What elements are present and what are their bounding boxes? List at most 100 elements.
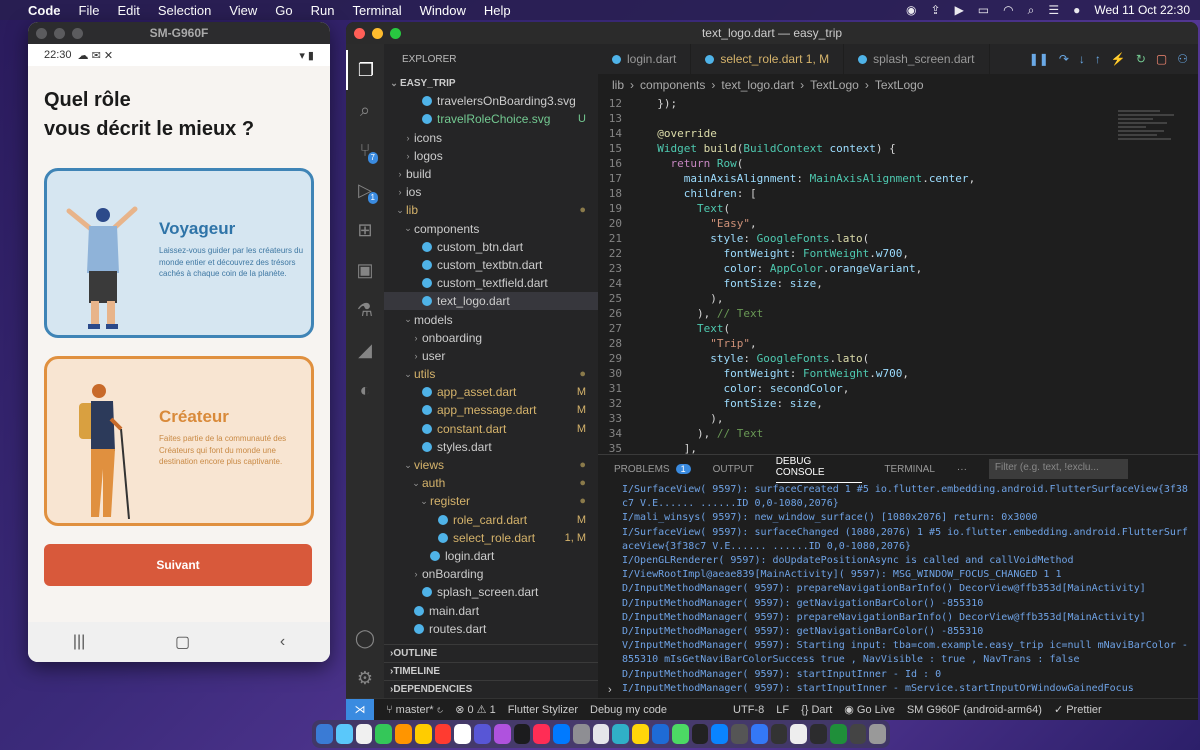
breadcrumb-file[interactable]: text_logo.dart <box>721 78 794 92</box>
code-line[interactable]: 19 Text( <box>598 201 1188 216</box>
dock-app-icon[interactable] <box>553 724 570 744</box>
code-line[interactable]: 20 "Easy", <box>598 216 1188 231</box>
tree-file[interactable]: splash_screen.dart <box>384 583 598 601</box>
dock-app-icon[interactable] <box>395 724 412 744</box>
tree-folder[interactable]: › icons <box>384 129 598 147</box>
run-debug-icon[interactable]: ▷ 1 <box>346 170 384 210</box>
menu-go[interactable]: Go <box>275 3 292 18</box>
tree-file[interactable]: custom_textfield.dart <box>384 274 598 292</box>
extensions-icon[interactable]: ⊞ <box>346 210 384 250</box>
code-line[interactable]: 16 return Row( <box>598 156 1188 171</box>
code-line[interactable]: 13 <box>598 111 1188 126</box>
tree-folder[interactable]: › ios <box>384 183 598 201</box>
source-control-icon[interactable]: ⑂ 7 <box>346 130 384 170</box>
code-line[interactable]: 18 children: [ <box>598 186 1188 201</box>
breadcrumb-components[interactable]: components <box>640 78 705 92</box>
dock-app-icon[interactable] <box>572 724 590 744</box>
tree-folder[interactable]: › onBoarding <box>384 565 598 583</box>
code-line[interactable]: 14 @override <box>598 126 1188 141</box>
dock-app-icon[interactable] <box>612 724 630 744</box>
dock-app-icon[interactable] <box>375 724 393 744</box>
tab-select-role[interactable]: select_role.dart 1, M <box>691 44 845 74</box>
recents-icon[interactable]: ||| <box>73 633 85 651</box>
dock-app-icon[interactable] <box>790 724 808 744</box>
control-center-icon[interactable]: ☰ <box>1048 3 1059 17</box>
dock-app-icon[interactable] <box>414 724 432 744</box>
menu-terminal[interactable]: Terminal <box>353 3 402 18</box>
section-dependencies[interactable]: › DEPENDENCIES <box>384 680 598 698</box>
git-branch[interactable]: ⑂ master* ↻ <box>386 704 443 716</box>
tree-file[interactable]: styles.dart <box>384 438 598 456</box>
breadcrumb-lib[interactable]: lib <box>612 78 624 92</box>
menu-edit[interactable]: Edit <box>117 3 139 18</box>
go-live[interactable]: ◉ Go Live <box>844 703 895 716</box>
tree-file[interactable]: select_role.dart 1, M <box>384 529 598 547</box>
line-ending[interactable]: LF <box>776 704 789 716</box>
dock-app-icon[interactable] <box>474 724 491 744</box>
code-line[interactable]: 22 fontWeight: FontWeight.w700, <box>598 246 1188 261</box>
tree-file[interactable]: travelersOnBoarding3.svg <box>384 92 598 110</box>
settings-gear-icon[interactable]: ⚙ <box>346 658 384 698</box>
code-line[interactable]: 17 mainAxisAlignment: MainAxisAlignment.… <box>598 171 1188 186</box>
dock-app-icon[interactable] <box>829 724 847 744</box>
tree-folder[interactable]: ⌄ models <box>384 310 598 328</box>
tree-file[interactable]: role_card.dart M <box>384 511 598 529</box>
filter-input[interactable]: Filter (e.g. text, !exclu... <box>988 459 1128 479</box>
dock-app-icon[interactable] <box>592 724 610 744</box>
tree-folder[interactable]: ⌄ auth ● <box>384 474 598 492</box>
home-icon[interactable]: ▢ <box>175 632 190 652</box>
tree-file[interactable]: login.dart <box>384 547 598 565</box>
panel-tab-output[interactable]: OUTPUT <box>713 464 754 475</box>
menu-clock[interactable]: Wed 11 Oct 22:30 <box>1094 3 1190 17</box>
code-line[interactable]: 29 style: GoogleFonts.lato( <box>598 351 1188 366</box>
step-out-icon[interactable]: ↑ <box>1095 52 1101 66</box>
testing-icon[interactable]: ⚗ <box>346 290 384 330</box>
menu-app-name[interactable]: Code <box>28 3 61 18</box>
dock-app-icon[interactable] <box>355 724 373 744</box>
tab-splash-screen[interactable]: splash_screen.dart <box>844 44 990 74</box>
play-icon[interactable]: ▶ <box>955 3 964 17</box>
step-into-icon[interactable]: ↓ <box>1079 52 1085 66</box>
section-outline[interactable]: › OUTLINE <box>384 644 598 662</box>
section-timeline[interactable]: › TIMELINE <box>384 662 598 680</box>
code-line[interactable]: 12 }); <box>598 96 1188 111</box>
role-card-createur[interactable]: Créateur Faites partie de la communauté … <box>44 356 314 526</box>
tab-login[interactable]: login.dart <box>598 44 692 74</box>
dock-app-icon[interactable] <box>493 724 511 744</box>
dock-app-icon[interactable] <box>652 724 669 744</box>
search-icon[interactable]: ⌕ <box>346 90 384 130</box>
tree-file[interactable]: travelRoleChoice.svg U <box>384 110 598 128</box>
github-icon[interactable]: ◉ <box>906 3 916 17</box>
restart-icon[interactable]: ↻ <box>1136 52 1146 66</box>
tree-folder[interactable]: › logos <box>384 147 598 165</box>
dock-app-icon[interactable] <box>869 724 887 744</box>
panel-tab-terminal[interactable]: TERMINAL <box>884 464 935 475</box>
upload-icon[interactable]: ⇪ <box>931 3 941 17</box>
menu-file[interactable]: File <box>79 3 100 18</box>
code-editor[interactable]: 12 }); 13 14 @override 15 Widget build(Buil… <box>598 96 1188 456</box>
code-line[interactable]: 25 ), <box>598 291 1188 306</box>
explorer-icon[interactable]: ❐ <box>346 50 384 90</box>
dock-app-icon[interactable] <box>335 724 353 744</box>
dock-app-icon[interactable] <box>316 724 333 744</box>
explorer-root[interactable]: ⌄ EASY_TRIP <box>384 74 598 92</box>
dock-app-icon[interactable] <box>750 724 768 744</box>
code-line[interactable]: 15 Widget build(BuildContext context) { <box>598 141 1188 156</box>
search-icon[interactable]: ⌕ <box>1028 3 1035 18</box>
code-line[interactable]: 33 ), <box>598 411 1188 426</box>
tree-folder[interactable]: ⌄ utils ● <box>384 365 598 383</box>
next-button[interactable]: Suivant <box>44 544 312 586</box>
tree-file[interactable]: main.dart <box>384 601 598 619</box>
tree-folder[interactable]: ⌄ register ● <box>384 492 598 510</box>
debug-config[interactable]: Debug my code <box>590 704 667 716</box>
dock-app-icon[interactable] <box>434 724 452 744</box>
back-icon[interactable]: ‹ <box>280 633 285 651</box>
dock-app-icon[interactable] <box>770 724 788 744</box>
hot-reload-icon[interactable]: ⚡ <box>1111 52 1126 66</box>
pause-icon[interactable]: ❚❚ <box>1029 52 1049 66</box>
tree-folder[interactable]: › user <box>384 347 598 365</box>
account-icon[interactable]: ◯ <box>346 618 384 658</box>
tree-folder[interactable]: ⌄ views ● <box>384 456 598 474</box>
minimap[interactable] <box>1118 110 1188 170</box>
tree-folder[interactable]: › build <box>384 165 598 183</box>
